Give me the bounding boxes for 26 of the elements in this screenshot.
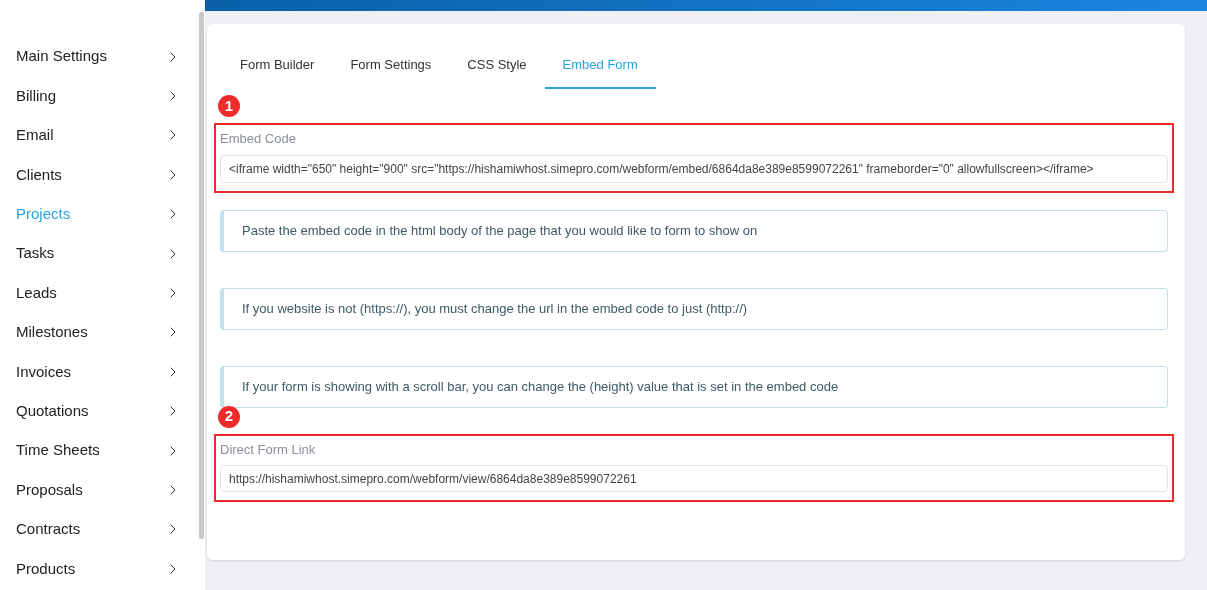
field-label: Direct Form Link	[220, 440, 317, 459]
direct-link-field[interactable]: https://hishamiwhost.simepro.com/webform/view/6864da8e389e8599072261	[220, 465, 1168, 492]
sidebar-item[interactable]: Contracts	[0, 509, 199, 550]
sidebar-item[interactable]: Clients	[0, 155, 199, 195]
embed-code-field[interactable]: <iframe width="650" height="900" src="https://hishamiwhost.simepro.com/webform/embed/6864da8e389e8599072261" frameborder="0" allowfullscreen></iframe>	[220, 154, 1168, 183]
sidebar-item[interactable]: Email	[0, 115, 199, 156]
sidebar-item[interactable]: Milestones	[0, 312, 199, 353]
sidebar-item[interactable]: Main Settings	[0, 37, 199, 77]
sidebar-item[interactable]: Quotations	[0, 391, 199, 431]
tab[interactable]: Form Builder	[222, 42, 333, 89]
field-label: Embed Code	[220, 130, 297, 148]
tab[interactable]: Form Settings	[332, 42, 450, 89]
sidebar-item[interactable]: Tasks	[0, 233, 199, 274]
number-marker: 1	[218, 95, 240, 117]
scrollbar-thumb[interactable]	[199, 12, 204, 539]
info-note: If you website is not (https://), you must change the url in the embed code to just (http://)	[220, 287, 1168, 330]
info-note: If your form is showing with a scroll bar, you can change the (height) value that is set in the embed code	[220, 365, 1168, 408]
info-note: Paste the embed code in the html body of the page that you would like to form to show on	[220, 209, 1168, 252]
tab[interactable]: CSS Style	[449, 42, 545, 89]
sidebar-item[interactable]: Billing	[0, 76, 199, 116]
sidebar-item[interactable]: Time Sheets	[0, 430, 199, 471]
sidebar-item[interactable]: Leads	[0, 273, 199, 313]
number-marker: 2	[218, 405, 240, 428]
sidebar-item[interactable]: Invoices	[0, 352, 199, 392]
sidebar-item[interactable]: Products	[0, 549, 199, 589]
sidebar-item[interactable]: Proposals	[0, 470, 199, 510]
